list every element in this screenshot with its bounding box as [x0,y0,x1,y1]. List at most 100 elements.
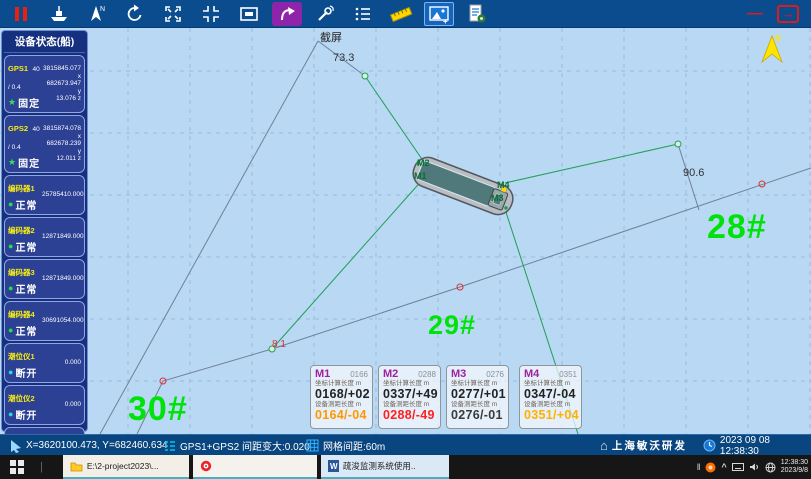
status-icon: ● [8,283,14,293]
status-text: 断开 [15,411,38,422]
status-text: 正常 [15,327,38,338]
taskbar-app-explorer[interactable]: E:\2-project2023\... [62,455,189,479]
pause-button[interactable] [6,2,36,26]
status-icon: ● [8,241,14,251]
screenshot-button[interactable]: + [424,1,454,26]
svg-text:W: W [330,462,338,471]
pan-curve-icon [281,6,295,20]
status-text: 正常 [15,201,38,212]
report-settings-icon [469,4,486,22]
brand-info: ⌂ 上海敏沃研发 [600,438,687,453]
tray-time: 12:38:30 [780,459,808,466]
section-label-30: 30# [128,390,188,428]
zoom-center-button[interactable] [196,2,226,26]
measure-box-m2: M2 0288 坐标计算长度 m 0337/+49 设备测距长度 m 0288/-… [378,365,441,429]
svg-text:+: + [443,17,448,25]
tools-signal-icon [318,4,334,21]
volume-icon[interactable] [749,462,760,472]
status-text: 断开 [15,369,38,380]
taskbar-app-document[interactable]: W 疏浚监测系统使用.. [320,455,449,479]
tray-expand-icon[interactable]: ^ [721,462,726,472]
taskbar-app-recorder[interactable] [192,455,317,479]
status-text: 固定 [18,99,41,110]
device-item-tide2[interactable]: 潮位仪2 ● 断开 0.000 [4,385,85,425]
rotate-button[interactable] [120,2,150,26]
device-values: 12871849.000 [42,233,84,241]
ship-marker-m3: M3 [491,193,504,203]
svg-text:N: N [100,6,105,13]
gps-distance-status: GPS1+GPS2 间距变大:0.020 [164,435,310,456]
list-icon [355,7,370,20]
ruler-icon [389,6,413,22]
ship-marker-m4: M4 [497,180,510,190]
status-text: 正常 [15,243,38,254]
measure-box-m4: M4 0351 坐标计算长度 m 0347/-04 设备测距长度 m 0351/+… [519,365,582,429]
status-text: 固定 [18,159,41,170]
map-canvas[interactable]: 截屏 73.3 90.6 8.1 28# 29# 30# M2 M1 M4 M3… [0,28,811,434]
device-item-encoder4[interactable]: 编码器4 ● 正常 30691054.000 [4,301,85,341]
ship-marker-m2: M2 [417,158,430,168]
device-values: 3815874.078 x 682678.239 y 12.011 z [43,125,81,163]
device-values: 25785410.000 [42,191,84,199]
exit-button[interactable]: → [777,4,799,23]
device-item-encoder2[interactable]: 编码器2 ● 正常 12871849.000 [4,217,85,257]
pan-curve-button[interactable] [272,1,302,26]
device-item-tide1[interactable]: 潮位仪1 ● 断开 0.000 [4,343,85,383]
ship-button[interactable] [44,2,74,26]
north-label: N [775,34,781,43]
grid-spacing-status: 网格间距:60m [306,435,385,456]
windows-taskbar: | E:\2-project2023\... W 疏浚监测系统使用.. ‖ ^ [0,455,811,479]
status-icon: ● [8,325,14,335]
device-values: 3815845.077 x 682673.947 y 13.076 z [43,65,81,103]
pause-icon [15,6,27,21]
device-values: 30691054.000 [42,317,84,325]
rotate-icon [127,4,142,21]
device-item-encoder1[interactable]: 编码器1 ● 正常 25785410.000 [4,175,85,215]
status-icon: ★ [8,97,17,107]
ship-marker-m1: M1 [414,171,427,181]
measure-box-m1: M1 0166 坐标计算长度 m 0168/+02 设备测距长度 m 0164/-… [310,365,373,429]
device-item-river-tide[interactable]: 长江潮位 ● 断开 0.000 [4,427,85,434]
windows-logo-icon [10,460,24,474]
measure-box-m3: M3 0276 坐标计算长度 m 0277/+01 设备测距长度 m 0276/-… [446,365,509,429]
screenshot-icon: + [429,5,449,25]
status-icon: ● [8,409,14,419]
device-item-gps1[interactable]: GPS1 40 / 0.4 ★ 固定 3815845.077 x 682673.9… [4,55,85,113]
window-controls: — → [747,4,805,23]
start-button[interactable] [0,455,34,479]
device-values: 12871849.000 [42,275,84,283]
cursor-icon [11,439,21,453]
status-icon: ★ [8,157,17,167]
device-values: 0.000 [64,359,81,367]
tray-clock[interactable]: 12:38:30 2023/9/8 [781,459,808,475]
panel-title: 设备状态(船) [4,32,85,53]
record-app-icon [200,460,212,472]
device-status-panel: 设备状态(船) GPS1 40 / 0.4 ★ 固定 3815845.077 x… [1,30,88,434]
word-doc-icon: W [327,460,339,472]
tray-app-icon[interactable] [705,462,716,473]
keyboard-icon[interactable] [731,462,744,472]
datetime-status: 2023 09 08 12:38:30 [703,435,811,457]
segment-length-8: 8.1 [272,339,286,350]
device-item-gps2[interactable]: GPS2 40 / 0.4 ★ 固定 3815874.078 x 682678.2… [4,115,85,173]
network-globe-icon[interactable] [765,462,776,473]
taskbar-divider: | [40,461,43,473]
minimize-button[interactable]: — [747,5,763,21]
device-item-encoder3[interactable]: 编码器3 ● 正常 12871849.000 [4,259,85,299]
north-arrow-toolbar-icon: N [91,5,105,21]
segment-length-90: 90.6 [683,167,705,179]
status-icon: ● [8,199,14,209]
ship-icon [51,5,67,21]
report-settings-button[interactable] [462,2,492,26]
application-window: N + — → 截屏 73.3 90.6 8.1 28# 29# 30# M2 … [0,0,811,457]
tools-signal-button[interactable] [310,2,340,26]
section-label-28: 28# [707,208,767,246]
screen-window-button[interactable] [234,2,264,26]
ruler-button[interactable] [386,2,416,26]
north-orient-button[interactable]: N [82,2,112,26]
list-button[interactable] [348,2,378,26]
zoom-extents-button[interactable] [158,2,188,26]
status-icon: ● [8,367,14,377]
tray-date: 2023/9/8 [780,467,808,474]
clock-icon [703,439,716,452]
